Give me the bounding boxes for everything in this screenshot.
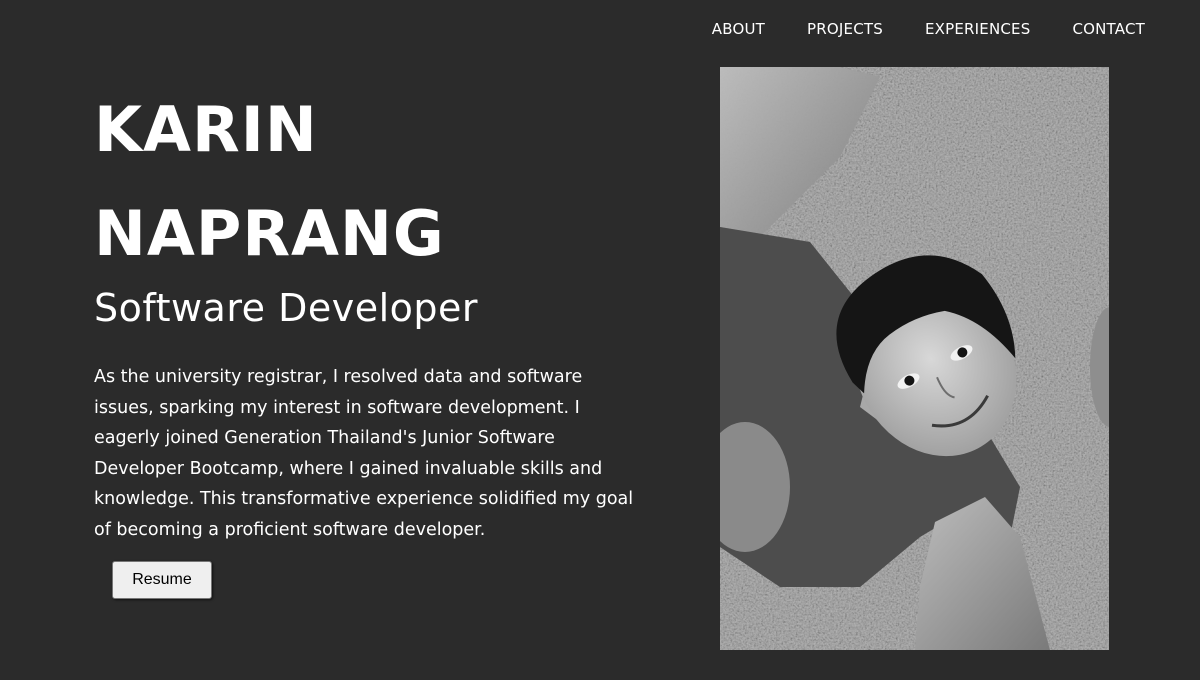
- top-nav: ABOUT PROJECTS EXPERIENCES CONTACT: [712, 20, 1145, 38]
- nav-about[interactable]: ABOUT: [712, 20, 765, 38]
- hero-bio: As the university registrar, I resolved …: [94, 367, 634, 540]
- profile-photo-illustration: [720, 67, 1109, 650]
- last-name: NAPRANG: [94, 197, 445, 270]
- hero-section: KARIN NAPRANG Software Developer As the …: [94, 78, 654, 545]
- hero-name: KARIN NAPRANG: [94, 78, 654, 286]
- portfolio-page: ABOUT PROJECTS EXPERIENCES CONTACT KARIN…: [0, 0, 1200, 680]
- first-name: KARIN: [94, 93, 318, 166]
- profile-photo: [720, 67, 1109, 650]
- hero-role: Software Developer: [94, 286, 479, 330]
- resume-button[interactable]: Resume: [112, 561, 212, 599]
- nav-contact[interactable]: CONTACT: [1072, 20, 1145, 38]
- nav-experiences[interactable]: EXPERIENCES: [925, 20, 1031, 38]
- nav-projects[interactable]: PROJECTS: [807, 20, 883, 38]
